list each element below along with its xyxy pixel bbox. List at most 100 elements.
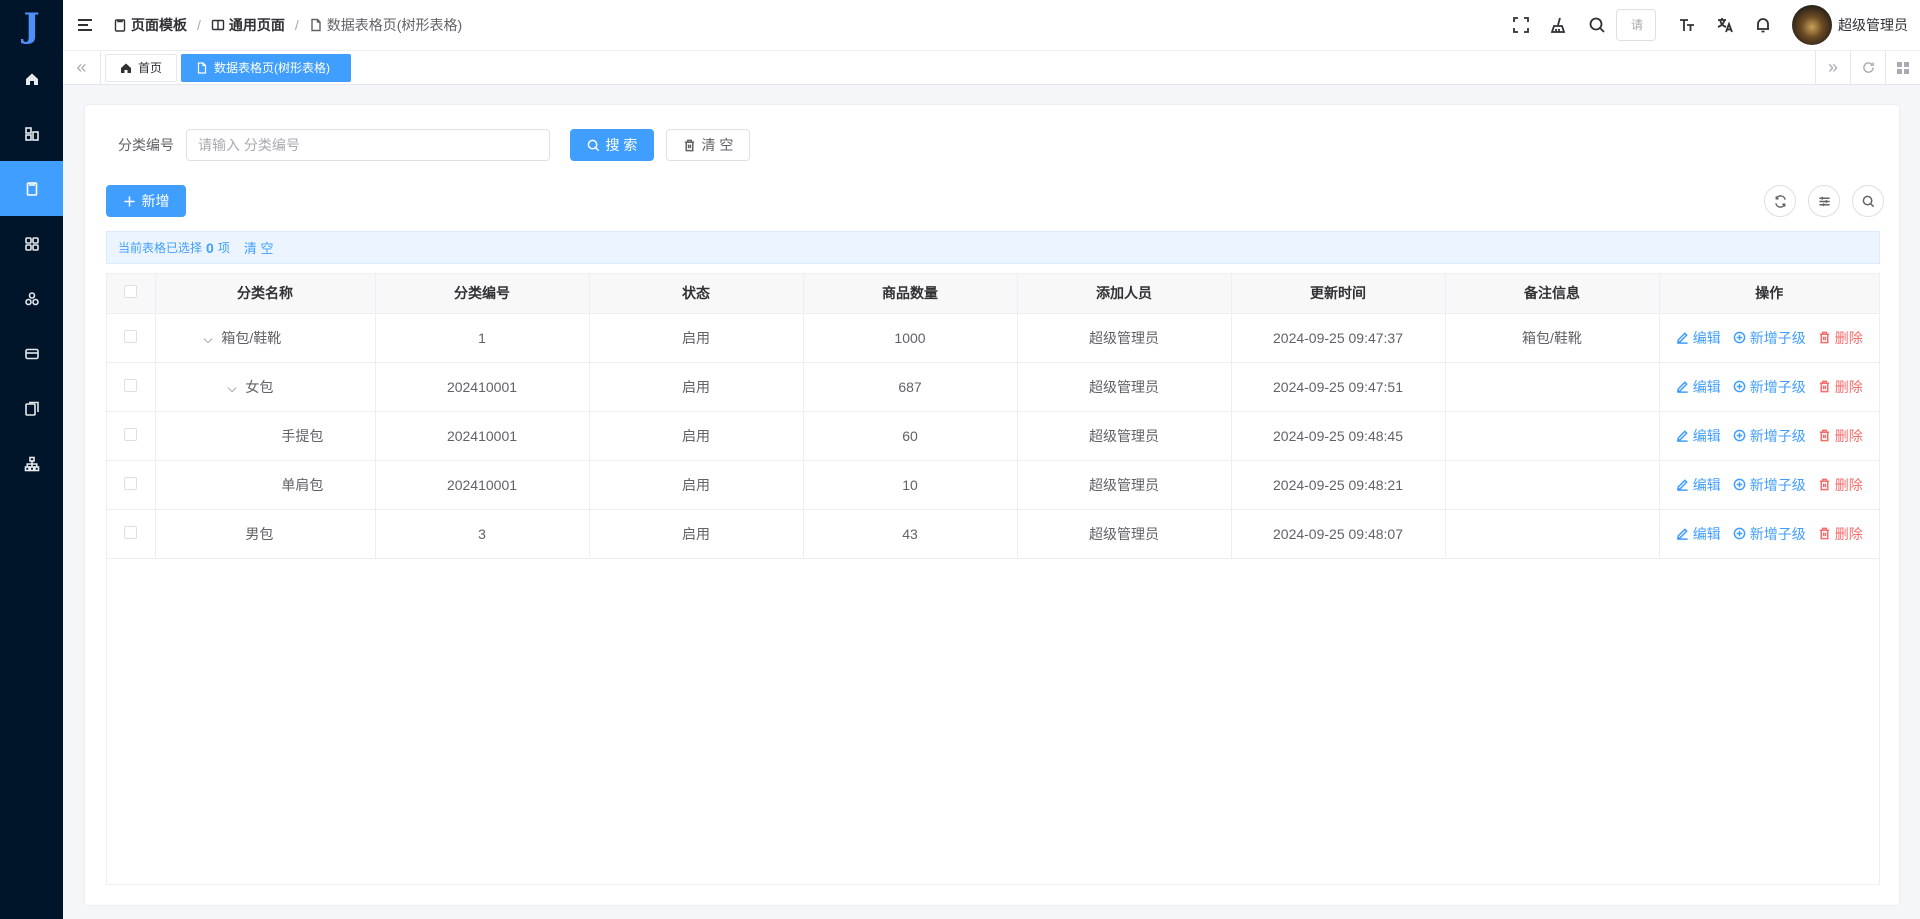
card-icon bbox=[24, 348, 39, 359]
search-icon bbox=[1589, 17, 1605, 33]
add-child-button[interactable]: 新增子级 bbox=[1733, 377, 1806, 397]
row-checkbox[interactable] bbox=[124, 476, 138, 490]
language-button[interactable] bbox=[1706, 6, 1744, 44]
tabs-scroll-right-button[interactable]: » bbox=[1815, 50, 1850, 85]
apps-icon bbox=[24, 236, 39, 251]
edit-icon bbox=[1676, 528, 1688, 540]
edit-label: 编辑 bbox=[1692, 525, 1721, 542]
updated-time-cell: 2024-09-25 09:48:45 bbox=[1231, 411, 1446, 461]
table-row: ⌵ 女包 202410001 启用 687 超级管理员 2024-09-25 09:47:… bbox=[107, 362, 1879, 412]
edit-button[interactable]: 编辑 bbox=[1676, 524, 1721, 544]
breadcrumb-label: 通用页面 bbox=[228, 17, 285, 33]
add-button[interactable]: 新增 bbox=[106, 185, 186, 217]
status-cell: 启用 bbox=[589, 460, 804, 510]
font-size-icon bbox=[1680, 19, 1694, 31]
expand-row-chevron-icon[interactable]: ⌵ bbox=[228, 381, 242, 396]
category-name: 单肩包 bbox=[281, 476, 324, 493]
category-code-input[interactable]: 请输入 分类编号 bbox=[186, 129, 550, 161]
add-child-button[interactable]: 新增子级 bbox=[1733, 328, 1806, 348]
breadcrumb-item-current: 数据表格页(树形表格) bbox=[309, 15, 462, 35]
breadcrumb-label: 页面模板 bbox=[131, 17, 187, 33]
app-logo[interactable]: J bbox=[0, 0, 63, 51]
search-button[interactable]: 搜 索 bbox=[570, 129, 654, 161]
select-all-checkbox[interactable] bbox=[124, 285, 138, 299]
updated-time-cell: 2024-09-25 09:47:51 bbox=[1231, 362, 1446, 412]
remark-cell bbox=[1445, 509, 1660, 559]
sidebar-item-components[interactable] bbox=[0, 106, 63, 161]
font-size-button[interactable] bbox=[1668, 6, 1706, 44]
plus-circle-icon bbox=[1733, 478, 1746, 491]
breadcrumb-item-common-pages[interactable]: 通用页面 bbox=[211, 15, 285, 35]
tab-home[interactable]: 首页 bbox=[105, 53, 178, 82]
row-select-cell bbox=[107, 313, 156, 363]
row-checkbox[interactable] bbox=[124, 427, 138, 441]
fullscreen-button[interactable] bbox=[1502, 6, 1540, 44]
clear-cache-button[interactable] bbox=[1540, 6, 1578, 44]
tab-tree-table[interactable]: 数据表格页(树形表格) bbox=[181, 53, 352, 82]
delete-label: 删除 bbox=[1834, 476, 1863, 493]
tab-label: 首页 bbox=[138, 61, 163, 75]
delete-button[interactable]: 删除 bbox=[1818, 475, 1863, 495]
refresh-table-button[interactable] bbox=[1764, 185, 1796, 217]
actions-cell: 编辑 新增子级 删除 bbox=[1659, 509, 1879, 559]
trash-icon bbox=[1819, 380, 1829, 393]
add-child-button[interactable]: 新增子级 bbox=[1733, 426, 1806, 446]
add-child-button[interactable]: 新增子级 bbox=[1733, 524, 1806, 544]
menu-toggle-button[interactable] bbox=[75, 15, 95, 35]
edit-button[interactable]: 编辑 bbox=[1676, 328, 1721, 348]
breadcrumb-separator: / bbox=[294, 17, 299, 33]
sidebar-item-documents[interactable] bbox=[0, 381, 63, 436]
breadcrumb-item-templates[interactable]: 页面模板 bbox=[113, 15, 187, 35]
add-child-label: 新增子级 bbox=[1749, 378, 1806, 395]
notifications-button[interactable] bbox=[1744, 6, 1782, 44]
sidebar-item-cards[interactable] bbox=[0, 326, 63, 381]
delete-button[interactable]: 删除 bbox=[1818, 426, 1863, 446]
plus-circle-icon bbox=[1733, 429, 1746, 442]
row-checkbox[interactable] bbox=[124, 329, 138, 343]
creator-cell: 超级管理员 bbox=[1017, 362, 1232, 412]
refresh-tab-button[interactable] bbox=[1850, 50, 1885, 85]
user-name[interactable]: 超级管理员 bbox=[1838, 15, 1908, 35]
toggle-search-button[interactable] bbox=[1852, 185, 1884, 217]
add-child-button[interactable]: 新增子级 bbox=[1733, 475, 1806, 495]
creator-cell: 超级管理员 bbox=[1017, 460, 1232, 510]
edit-icon bbox=[1676, 430, 1688, 442]
status-cell: 启用 bbox=[589, 313, 804, 363]
edit-button[interactable]: 编辑 bbox=[1676, 377, 1721, 397]
tabs-scroll-left-button[interactable]: « bbox=[63, 50, 101, 85]
row-actions: 编辑 新增子级 删除 bbox=[1660, 475, 1880, 495]
edit-button[interactable]: 编辑 bbox=[1676, 475, 1721, 495]
org-tree-icon bbox=[24, 456, 39, 471]
table-row: 男包 3 启用 43 超级管理员 2024-09-25 09:48:07 编辑 新增子级 删除 bbox=[107, 509, 1879, 559]
sidebar-item-apps[interactable] bbox=[0, 216, 63, 271]
sidebar-item-modules[interactable] bbox=[0, 271, 63, 326]
delete-button[interactable]: 删除 bbox=[1818, 328, 1863, 348]
delete-button[interactable]: 删除 bbox=[1818, 524, 1863, 544]
sidebar-item-organization[interactable] bbox=[0, 436, 63, 491]
add-child-label: 新增子级 bbox=[1749, 427, 1806, 444]
document-icon bbox=[311, 18, 321, 32]
row-checkbox[interactable] bbox=[124, 378, 138, 392]
avatar[interactable] bbox=[1792, 5, 1832, 45]
column-settings-button[interactable] bbox=[1808, 185, 1840, 217]
page-icon bbox=[26, 181, 37, 196]
global-search-button[interactable] bbox=[1578, 6, 1616, 44]
delete-button[interactable]: 删除 bbox=[1818, 377, 1863, 397]
selection-suffix: 项 bbox=[217, 241, 230, 255]
breadcrumb-separator: / bbox=[197, 17, 201, 33]
row-checkbox[interactable] bbox=[124, 525, 138, 539]
actions-cell: 编辑 新增子级 删除 bbox=[1659, 362, 1879, 412]
edit-button[interactable]: 编辑 bbox=[1676, 426, 1721, 446]
expand-row-chevron-icon[interactable]: ⌵ bbox=[204, 332, 218, 347]
add-child-label: 新增子级 bbox=[1749, 329, 1806, 346]
sidebar-item-home[interactable] bbox=[0, 51, 63, 106]
table-row: ⌵ 箱包/鞋靴 1 启用 1000 超级管理员 2024-09-25 09:47:37 箱包… bbox=[107, 313, 1879, 363]
clear-selection-button[interactable]: 清 空 bbox=[244, 238, 274, 257]
clear-button[interactable]: 清 空 bbox=[666, 129, 750, 161]
global-search-input[interactable]: 请 bbox=[1616, 9, 1656, 41]
trash-icon bbox=[1819, 478, 1829, 491]
row-select-cell bbox=[107, 411, 156, 461]
sidebar-item-pages[interactable] bbox=[0, 161, 63, 216]
tabs-right-controls: » bbox=[1815, 50, 1920, 85]
tab-menu-button[interactable] bbox=[1885, 50, 1920, 85]
